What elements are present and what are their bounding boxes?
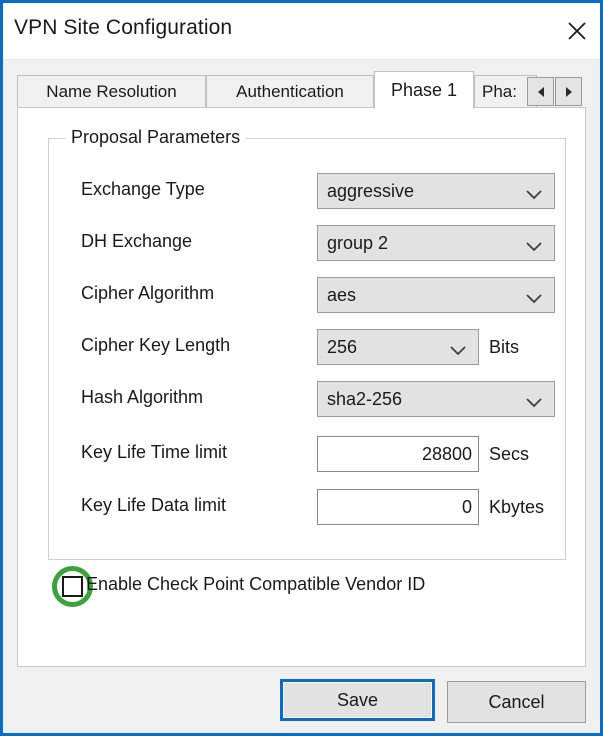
cipher-key-length-dropdown[interactable]: 256 <box>317 329 479 365</box>
chevron-down-icon <box>450 343 466 361</box>
tab-name-resolution[interactable]: Name Resolution <box>17 75 206 108</box>
enable-check-point-vendor-id-row: Enable Check Point Compatible Vendor ID <box>48 566 548 610</box>
cipher-key-length-unit: Bits <box>489 337 520 357</box>
vpn-site-configuration-window: VPN Site Configuration Name Resolution A… <box>0 0 603 736</box>
exchange-type-dropdown[interactable]: aggressive <box>317 173 555 209</box>
row-key-life-time-limit: Key Life Time limit 28800 Secs <box>49 434 565 474</box>
key-life-data-limit-unit: Kbytes <box>489 497 545 517</box>
key-life-time-limit-unit: Secs <box>489 444 530 464</box>
hash-algorithm-dropdown[interactable]: sha2-256 <box>317 381 555 417</box>
key-life-data-limit-input[interactable]: 0 <box>317 489 479 525</box>
arrow-right-icon <box>565 86 572 97</box>
tab-scroll-right-button[interactable] <box>555 77 582 106</box>
row-exchange-type: Exchange Type aggressive <box>49 171 565 211</box>
tab-label: Phase 1 <box>390 79 458 100</box>
tab-scroll-left-button[interactable] <box>527 77 554 106</box>
close-button[interactable] <box>554 3 600 58</box>
chevron-down-icon <box>526 395 542 413</box>
title-bar: VPN Site Configuration <box>3 3 600 60</box>
cipher-algorithm-dropdown[interactable]: aes <box>317 277 555 313</box>
exchange-type-label: Exchange Type <box>81 179 205 199</box>
hash-algorithm-value: sha2-256 <box>327 389 403 409</box>
tab-strip: Name Resolution Authentication Phase 1 P… <box>17 71 586 109</box>
close-x-icon <box>565 19 589 43</box>
cipher-key-length-label: Cipher Key Length <box>81 335 231 355</box>
row-cipher-key-length: Cipher Key Length 256 Bits <box>49 327 565 367</box>
cancel-button-label: Cancel <box>488 691 545 712</box>
window-title: VPN Site Configuration <box>14 16 233 39</box>
dh-exchange-label: DH Exchange <box>81 231 193 251</box>
arrow-left-icon <box>537 86 544 97</box>
save-button[interactable]: Save <box>280 679 435 721</box>
exchange-type-value: aggressive <box>327 181 415 201</box>
tab-phase-1[interactable]: Phase 1 <box>374 71 474 109</box>
chevron-down-icon <box>526 291 542 309</box>
row-dh-exchange: DH Exchange group 2 <box>49 223 565 263</box>
tab-label: Authentication <box>236 81 344 101</box>
cipher-algorithm-label: Cipher Algorithm <box>81 283 215 303</box>
save-button-label: Save <box>336 689 379 710</box>
key-life-data-limit-label: Key Life Data limit <box>81 495 227 515</box>
tab-page-phase-1: Proposal Parameters Exchange Type aggres… <box>17 107 586 667</box>
chevron-down-icon <box>526 187 542 205</box>
key-life-time-limit-label: Key Life Time limit <box>81 442 228 462</box>
dh-exchange-dropdown[interactable]: group 2 <box>317 225 555 261</box>
key-life-time-limit-input[interactable]: 28800 <box>317 436 479 472</box>
tab-label: Name Resolution <box>46 81 177 101</box>
cipher-key-length-value: 256 <box>327 337 358 357</box>
cipher-algorithm-value: aes <box>327 285 357 305</box>
key-life-data-limit-value: 0 <box>461 497 472 517</box>
tab-label: Pha: <box>482 81 517 101</box>
row-cipher-algorithm: Cipher Algorithm aes <box>49 275 565 315</box>
dh-exchange-value: group 2 <box>327 233 389 253</box>
groupbox-title: Proposal Parameters <box>65 127 247 148</box>
hash-algorithm-label: Hash Algorithm <box>81 387 204 407</box>
proposal-parameters-groupbox: Proposal Parameters Exchange Type aggres… <box>48 127 566 560</box>
enable-check-point-vendor-id-checkbox[interactable] <box>62 576 83 597</box>
key-life-time-limit-value: 28800 <box>421 444 472 464</box>
chevron-down-icon <box>526 239 542 257</box>
row-key-life-data-limit: Key Life Data limit 0 Kbytes <box>49 487 565 527</box>
enable-check-point-vendor-id-label[interactable]: Enable Check Point Compatible Vendor ID <box>86 574 425 595</box>
cancel-button[interactable]: Cancel <box>447 681 586 723</box>
tab-authentication[interactable]: Authentication <box>206 75 374 108</box>
row-hash-algorithm: Hash Algorithm sha2-256 <box>49 379 565 419</box>
